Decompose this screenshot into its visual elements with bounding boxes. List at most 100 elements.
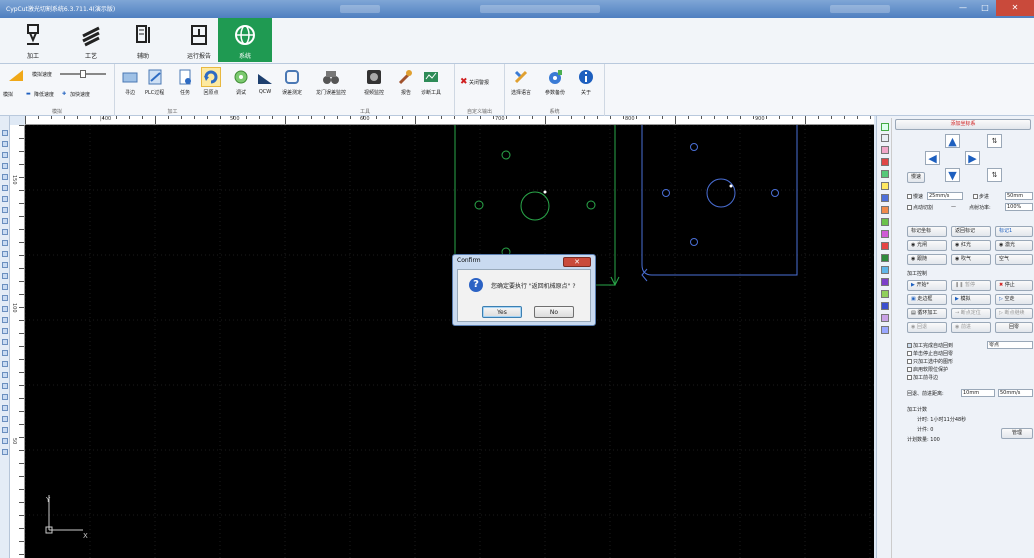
left-tool-button[interactable] bbox=[2, 218, 8, 224]
follow-button[interactable]: ◉ 跟随 bbox=[907, 254, 947, 265]
task-button[interactable]: 任务 bbox=[176, 68, 194, 96]
slow-option[interactable]: 慢速 bbox=[907, 193, 923, 200]
left-tool-button[interactable] bbox=[2, 361, 8, 367]
pause-button[interactable]: ❚❚ 暂停 bbox=[951, 280, 991, 291]
left-tool-button[interactable] bbox=[2, 152, 8, 158]
left-tool-button[interactable] bbox=[2, 196, 8, 202]
sim-speed-slider[interactable] bbox=[60, 70, 106, 78]
layer-swatch[interactable] bbox=[881, 242, 889, 250]
blow-button[interactable]: ◉ 吹气 bbox=[951, 254, 991, 265]
z-down-button[interactable]: ⇅ bbox=[987, 168, 1002, 182]
left-tool-button[interactable] bbox=[2, 262, 8, 268]
reduce-speed-button[interactable]: 降低速度 bbox=[34, 91, 54, 98]
frame-button[interactable]: ▣ 走边框 bbox=[907, 294, 947, 305]
layer-swatch[interactable] bbox=[881, 266, 889, 274]
step-select[interactable]: 50mm bbox=[1005, 192, 1033, 200]
slow-button[interactable]: 慢速 bbox=[907, 172, 925, 183]
error-measure-button[interactable]: 误差测定 bbox=[282, 68, 302, 96]
left-tool-button[interactable] bbox=[2, 427, 8, 433]
return-target-select[interactable]: 零点 bbox=[987, 341, 1033, 349]
left-tool-button[interactable] bbox=[2, 284, 8, 290]
tab-process[interactable]: 工艺 bbox=[62, 18, 120, 62]
left-tool-button[interactable] bbox=[2, 394, 8, 400]
layer-swatch[interactable] bbox=[881, 170, 889, 178]
left-tool-button[interactable] bbox=[2, 163, 8, 169]
return-zero-button[interactable]: 回零 bbox=[995, 322, 1033, 333]
left-tool-button[interactable] bbox=[2, 295, 8, 301]
close-icon[interactable]: ✕ bbox=[996, 0, 1034, 16]
back-button[interactable]: ◉ 回退 bbox=[907, 322, 947, 333]
laser-button[interactable]: ◉ 激光 bbox=[995, 240, 1033, 251]
left-tool-button[interactable] bbox=[2, 449, 8, 455]
video-monitor-button[interactable]: 视频监控 bbox=[364, 68, 384, 96]
no-button[interactable]: No bbox=[534, 306, 574, 318]
stop-button[interactable]: ✖ 停止 bbox=[995, 280, 1033, 291]
gas-select[interactable]: 空气 bbox=[995, 254, 1033, 265]
left-tool-button[interactable] bbox=[2, 174, 8, 180]
dry-run-button[interactable]: ▷ 空走 bbox=[995, 294, 1033, 305]
maximize-icon[interactable]: □ bbox=[974, 0, 996, 16]
diagnostic-button[interactable]: 诊断工具 bbox=[421, 68, 441, 96]
layer-checkbox[interactable] bbox=[881, 123, 889, 131]
layer-swatch[interactable] bbox=[881, 290, 889, 298]
edge-find-button[interactable]: 寻边 bbox=[121, 68, 139, 96]
mark1-select[interactable]: 标记1 bbox=[995, 226, 1033, 237]
left-tool-button[interactable] bbox=[2, 317, 8, 323]
retreat-speed-select[interactable]: 50mm/s bbox=[998, 389, 1033, 397]
check-selected-only[interactable]: 只加工选中的图形 bbox=[907, 358, 953, 365]
jog-up-button[interactable]: ▲ bbox=[945, 134, 960, 148]
part-blue[interactable] bbox=[641, 125, 798, 282]
layer-swatch[interactable] bbox=[881, 194, 889, 202]
breakpoint-continue-button[interactable]: ▷ 断点继续 bbox=[995, 308, 1033, 319]
left-tool-button[interactable] bbox=[2, 372, 8, 378]
left-tool-button[interactable] bbox=[2, 251, 8, 257]
close-alarm-button[interactable]: 关闭警报 bbox=[469, 79, 489, 86]
gantry-monitor-button[interactable]: 龙门误差监控 bbox=[316, 68, 346, 96]
layer-swatch[interactable] bbox=[881, 254, 889, 262]
manage-button[interactable]: 管理 bbox=[1001, 428, 1033, 439]
layer-swatch[interactable] bbox=[881, 218, 889, 226]
return-origin-button[interactable]: 回原点 bbox=[201, 67, 221, 96]
left-tool-button[interactable] bbox=[2, 383, 8, 389]
left-tool-button[interactable] bbox=[2, 130, 8, 136]
loop-button[interactable]: ▤ 循环加工 bbox=[907, 308, 947, 319]
minimize-icon[interactable]: — bbox=[952, 0, 974, 16]
check-stop-return[interactable]: 单击停止自动回零 bbox=[907, 350, 953, 357]
tab-assist[interactable]: 辅助 bbox=[114, 18, 172, 62]
left-tool-button[interactable] bbox=[2, 185, 8, 191]
z-up-button[interactable]: ⇅ bbox=[987, 134, 1002, 148]
yes-button[interactable]: Yes bbox=[482, 306, 522, 318]
speed-select[interactable]: 25mm/s bbox=[927, 192, 963, 200]
spot-power-select[interactable]: 100% bbox=[1005, 203, 1033, 211]
red-light-button[interactable]: ◉ 红光 bbox=[951, 240, 991, 251]
check-auto-return[interactable]: 加工完成自动回到 bbox=[907, 342, 953, 349]
left-tool-button[interactable] bbox=[2, 141, 8, 147]
sim-button[interactable]: 模拟 bbox=[3, 91, 13, 98]
plc-button[interactable]: PLC过程 bbox=[145, 68, 164, 96]
simulate-button[interactable]: ▶ 模拟 bbox=[951, 294, 991, 305]
step-option[interactable]: 步进 bbox=[973, 193, 989, 200]
layer-swatch[interactable] bbox=[881, 158, 889, 166]
layer-swatch[interactable] bbox=[881, 230, 889, 238]
spot-cut-option[interactable]: 点动切割 bbox=[907, 204, 933, 211]
jog-right-button[interactable]: ▶ bbox=[965, 151, 980, 165]
check-edge-find[interactable]: 加工前寻边 bbox=[907, 374, 938, 381]
increase-speed-button[interactable]: 加快速度 bbox=[70, 91, 90, 98]
return-mark-button[interactable]: 返回标记 bbox=[951, 226, 991, 237]
forward-button[interactable]: ◉ 前进 bbox=[951, 322, 991, 333]
report-button[interactable]: 报告 bbox=[397, 68, 415, 96]
drawing-canvas[interactable]: Y X bbox=[25, 125, 874, 558]
breakpoint-locate-button[interactable]: → 断点定位 bbox=[951, 308, 991, 319]
left-tool-button[interactable] bbox=[2, 306, 8, 312]
qcw-button[interactable]: QCW bbox=[256, 68, 274, 95]
start-button[interactable]: ▶ 开始* bbox=[907, 280, 947, 291]
left-tool-button[interactable] bbox=[2, 438, 8, 444]
layer-swatch[interactable] bbox=[881, 314, 889, 322]
layer-swatch[interactable] bbox=[881, 134, 889, 142]
layer-swatch[interactable] bbox=[881, 326, 889, 334]
tab-machining[interactable]: 加工 bbox=[4, 18, 62, 62]
left-tool-button[interactable] bbox=[2, 207, 8, 213]
layer-swatch[interactable] bbox=[881, 146, 889, 154]
layer-swatch[interactable] bbox=[881, 302, 889, 310]
check-soft-limit[interactable]: 启用软限位保护 bbox=[907, 366, 948, 373]
